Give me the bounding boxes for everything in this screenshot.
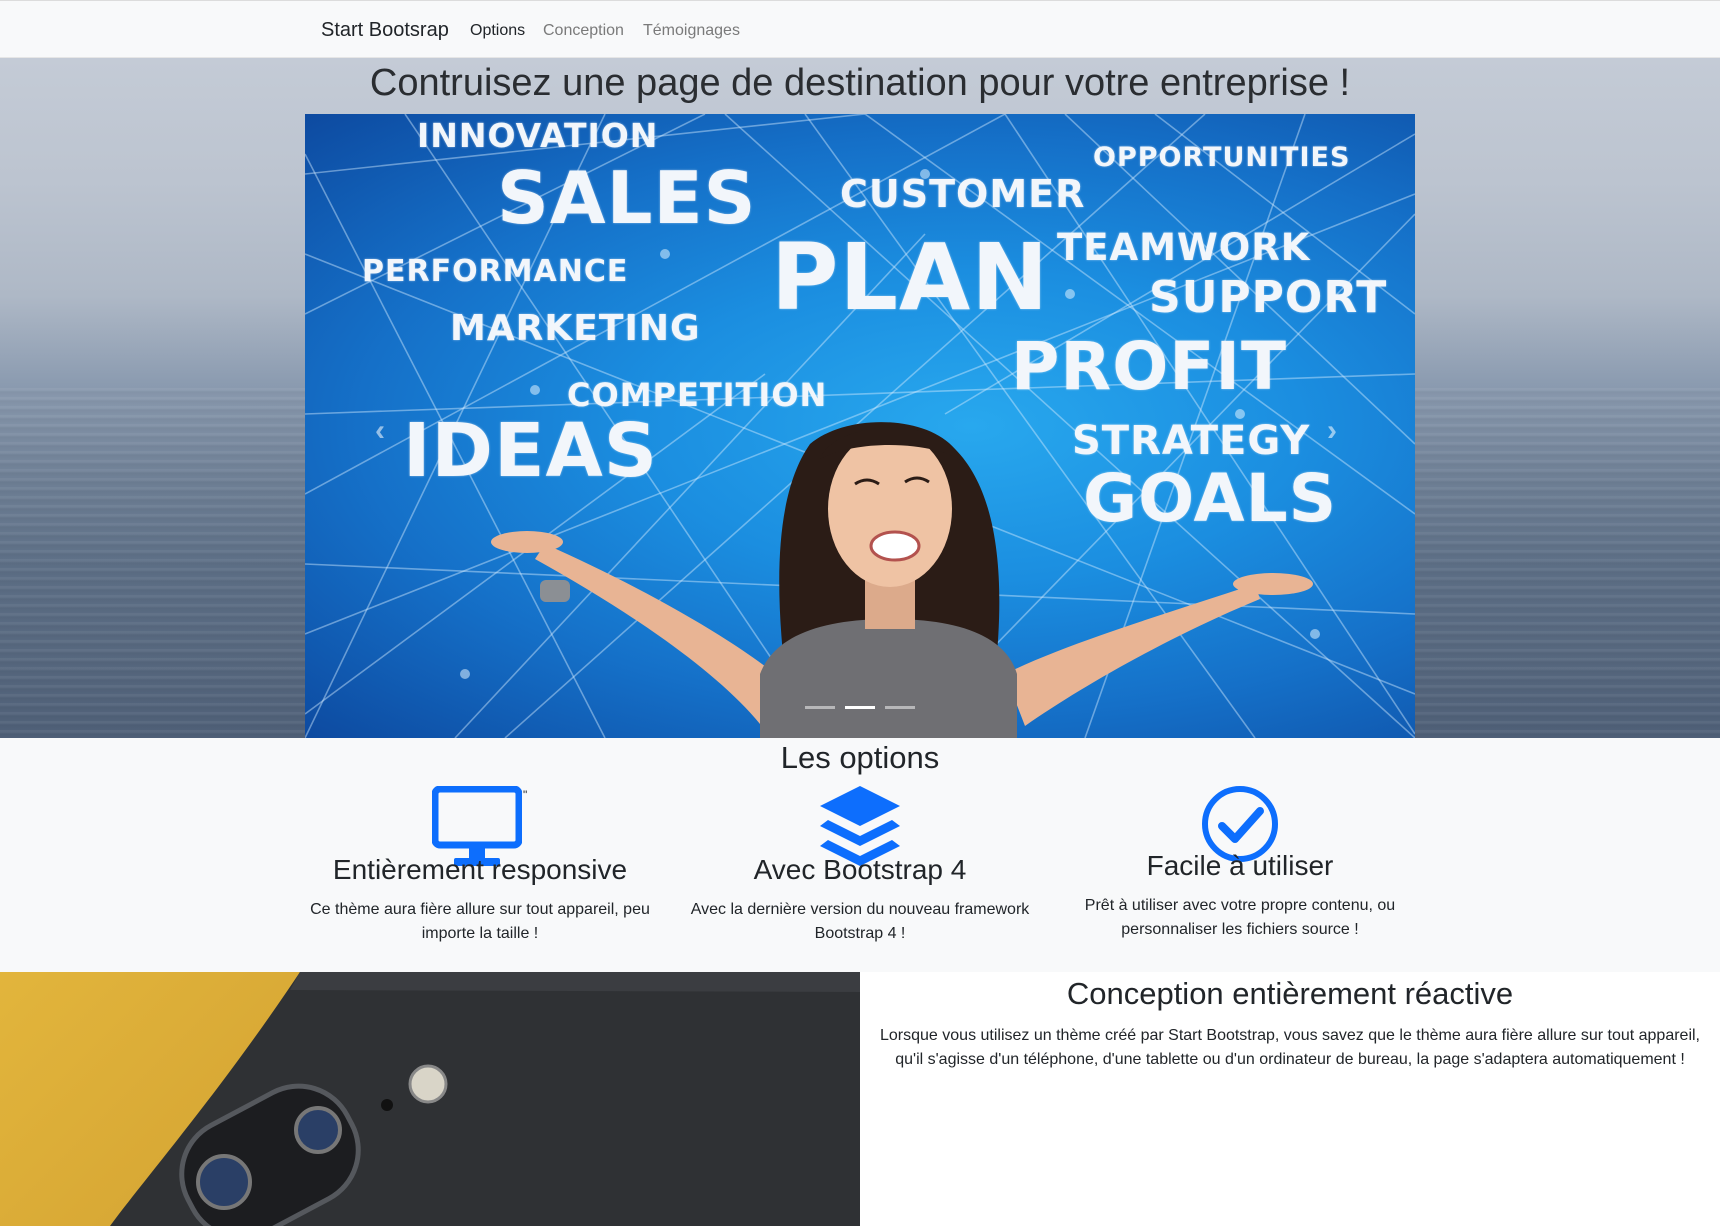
phone-camera-image <box>110 972 860 1226</box>
carousel-next-chevron-right-icon[interactable]: › <box>1327 414 1337 448</box>
hero-carousel[interactable]: INNOVATION SALES CUSTOMER OPPORTUNITIES … <box>305 114 1415 738</box>
options-section: Les options " Entièrement responsive Ce … <box>0 738 1720 972</box>
navbar-brand[interactable]: Start Bootsrap <box>321 19 449 42</box>
feature-text: Prêt à utiliser avec votre propre conten… <box>1084 897 1396 938</box>
navbar: Start Bootsrap Options Conception Témoig… <box>0 0 1720 58</box>
nav-link-conception[interactable]: Conception <box>543 22 624 40</box>
carousel-indicator-3[interactable] <box>885 706 916 709</box>
feature-bootstrap: Avec Bootstrap 4 Avec la dernière versio… <box>680 854 1040 946</box>
feature-title: Facile à utiliser <box>1146 850 1334 881</box>
phone-image <box>0 972 860 1226</box>
carousel-prev-chevron-left-icon[interactable]: ‹ <box>375 414 385 448</box>
stray-quote-mark: " <box>523 788 528 802</box>
options-title: Les options <box>780 740 940 775</box>
showcase-text: Lorsque vous utilisez un thème créé par … <box>880 1027 1700 1068</box>
showcase-text-panel: Conception entièrement réactive Lorsque … <box>860 972 1720 1226</box>
woman-image <box>491 422 1313 738</box>
feature-title: Entièrement responsive <box>332 854 628 885</box>
feature-responsive: Entièrement responsive Ce thème aura fiè… <box>300 854 660 946</box>
hero-title: Contruisez une page de destination pour … <box>369 62 1351 104</box>
feature-text: Ce thème aura fière allure sur tout appa… <box>310 901 650 942</box>
hero-section: Contruisez une page de destination pour … <box>0 58 1720 738</box>
showcase-title: Conception entièrement réactive <box>1066 976 1514 1011</box>
feature-text: Avec la dernière version du nouveau fram… <box>690 901 1030 942</box>
carousel-indicator-1[interactable] <box>804 706 835 709</box>
carousel-indicators <box>305 696 1415 714</box>
nav-link-temoignages[interactable]: Témoignages <box>643 22 740 40</box>
nav-link-options[interactable]: Options <box>470 22 525 40</box>
carousel-indicator-2[interactable] <box>845 706 875 709</box>
feature-title: Avec Bootstrap 4 <box>753 854 967 885</box>
feature-easy: Facile à utiliser Prêt à utiliser avec v… <box>1060 850 1420 942</box>
